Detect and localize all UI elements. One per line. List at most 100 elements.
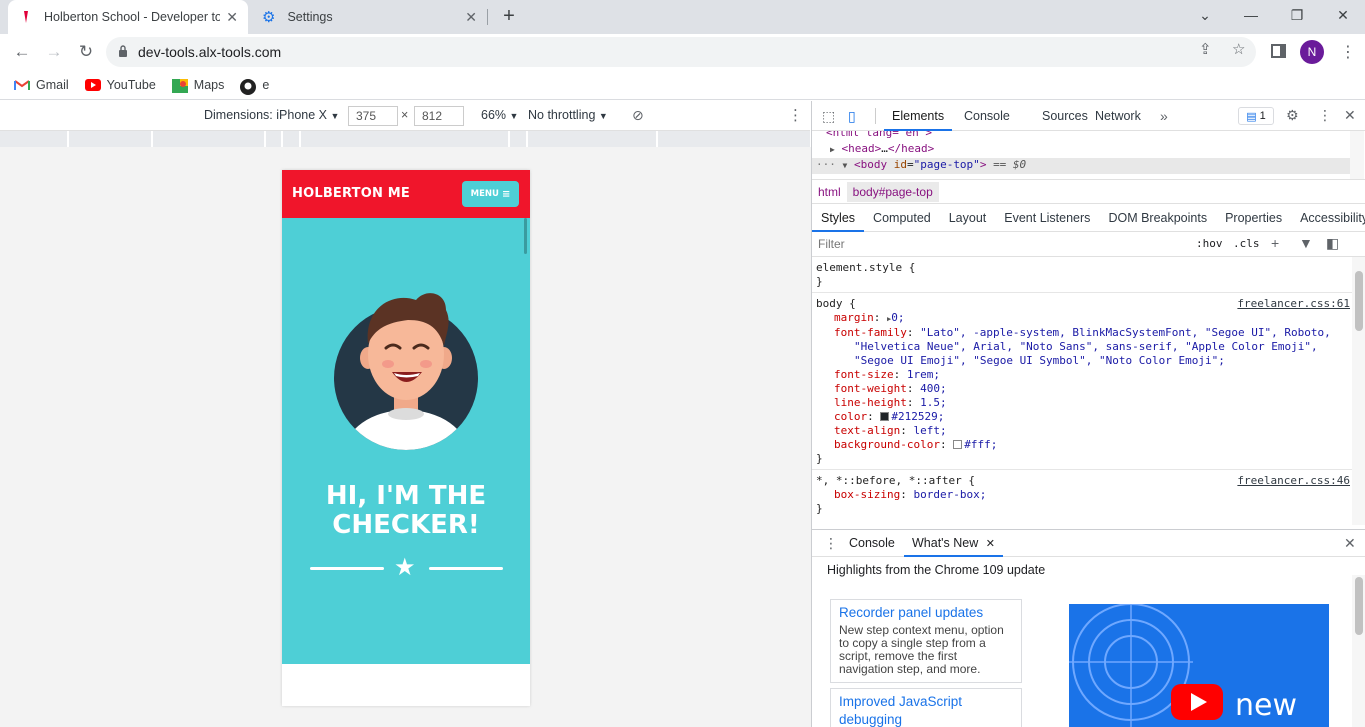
cls-toggle[interactable]: .cls [1233, 237, 1260, 250]
close-window-button[interactable]: ✕ [1320, 0, 1365, 30]
share-icon[interactable]: ⇪ [1199, 40, 1212, 58]
more-options-icon[interactable]: ⋮ [788, 106, 803, 124]
property-value[interactable]: "Segoe UI Emoji", "Segoe UI Symbol", "No… [854, 354, 1225, 367]
property-line[interactable]: color: #212529; [816, 410, 1352, 424]
property-line[interactable]: font-weight: 400; [816, 382, 1352, 396]
property-line[interactable]: "Segoe UI Emoji", "Segoe UI Symbol", "No… [816, 354, 1352, 368]
width-input[interactable]: 375 [348, 106, 398, 126]
crumb-html[interactable]: html [812, 185, 847, 199]
rotate-icon[interactable]: ⊘ [632, 107, 644, 124]
dom-node-head[interactable]: ▶ <head>…</head> [830, 142, 934, 155]
expand-triangle-icon[interactable]: ▶ [830, 145, 835, 154]
menu-button[interactable]: MENU ≡ [462, 181, 519, 207]
device-toggle-icon[interactable]: ▯ [848, 108, 856, 125]
property-line[interactable]: "Helvetica Neue", Arial, "Noto Sans", sa… [816, 340, 1352, 354]
tab-console[interactable]: Console [964, 101, 1010, 131]
throttling-dropdown[interactable]: No throttling ▼ [528, 108, 608, 122]
close-icon[interactable]: ✕ [1344, 107, 1356, 124]
bookmark-youtube[interactable]: YouTube [84, 78, 156, 92]
style-rule-body[interactable]: body {freelancer.css:61 margin: ▶0; font-… [812, 293, 1352, 470]
dom-node-body-selected[interactable]: ··· ▼ <body id="page-top"> == $0 [812, 158, 1350, 174]
property-name[interactable]: box-sizing [834, 488, 900, 501]
card-title[interactable]: Improved JavaScript debugging [839, 693, 979, 727]
ruler-segment[interactable] [266, 131, 283, 147]
close-icon[interactable]: ✕ [465, 9, 477, 26]
close-icon[interactable]: ✕ [1344, 535, 1356, 552]
drawer-tab-console[interactable]: Console [849, 536, 895, 550]
ruler-segment[interactable] [69, 131, 153, 147]
property-name[interactable]: margin [834, 311, 874, 324]
subtab-computed[interactable]: Computed [864, 204, 940, 232]
property-line[interactable]: background-color: #fff; [816, 438, 1352, 452]
tab-holberton[interactable]: Holberton School - Developer to ✕ [8, 0, 248, 34]
filter-input[interactable]: Filter [818, 234, 1186, 254]
style-rule-element[interactable]: element.style { } [812, 257, 1352, 293]
property-value[interactable]: #212529; [891, 410, 944, 423]
close-icon[interactable]: ✕ [986, 538, 995, 550]
height-input[interactable]: 812 [414, 106, 464, 126]
zoom-dropdown[interactable]: 66% ▼ [481, 108, 518, 122]
minimize-button[interactable]: — [1228, 0, 1274, 30]
forward-button[interactable]: → [40, 38, 68, 66]
property-value[interactable]: 400; [920, 382, 947, 395]
hov-toggle[interactable]: :hov [1196, 237, 1223, 250]
restore-button[interactable]: ❐ [1274, 0, 1320, 30]
menu-kebab-icon[interactable]: ⋮ [1340, 42, 1356, 62]
property-value[interactable]: #fff; [964, 438, 997, 451]
brand-link[interactable]: HOLBERTON ME [292, 186, 410, 201]
promo-video-thumbnail[interactable]: new [1069, 604, 1329, 727]
property-line[interactable]: margin: ▶0; [816, 311, 1352, 326]
collapse-triangle-icon[interactable]: ▼ [843, 161, 848, 170]
side-panel-icon[interactable] [1271, 44, 1286, 58]
subtab-event-listeners[interactable]: Event Listeners [995, 204, 1099, 232]
property-name[interactable]: font-size [834, 368, 894, 381]
sidebar-toggle-icon[interactable]: ◧ [1326, 235, 1339, 252]
subtab-styles[interactable]: Styles [812, 204, 865, 232]
property-line[interactable]: font-family: "Lato", -apple-system, Blin… [816, 326, 1352, 340]
back-button[interactable]: ← [8, 38, 36, 66]
property-name[interactable]: font-weight [834, 382, 907, 395]
dom-tree[interactable]: <html lang="en"> ▶ <head>…</head> ··· ▼ … [812, 131, 1365, 179]
close-icon[interactable]: ✕ [226, 9, 238, 26]
property-line[interactable]: text-align: left; [816, 424, 1352, 438]
subtab-layout[interactable]: Layout [940, 204, 996, 232]
drawer-menu-icon[interactable]: ⋮ [824, 535, 838, 552]
ruler-segment[interactable] [528, 131, 658, 147]
property-line[interactable]: line-height: 1.5; [816, 396, 1352, 410]
ruler-segment[interactable] [0, 131, 69, 147]
whats-new-card[interactable]: Recorder panel updates New step context … [830, 599, 1022, 683]
devtools-menu-icon[interactable]: ⋮ [1318, 107, 1332, 124]
tab-network[interactable]: Network [1095, 101, 1141, 131]
subtab-properties[interactable]: Properties [1216, 204, 1291, 232]
card-title[interactable]: Recorder panel updates [839, 604, 1013, 622]
property-name[interactable]: background-color [834, 438, 940, 451]
more-tabs-icon[interactable]: » [1160, 108, 1168, 124]
styles-pane[interactable]: element.style { } body {freelancer.css:6… [812, 257, 1352, 525]
property-value[interactable]: 1rem; [907, 368, 940, 381]
property-name[interactable]: font-family [834, 326, 907, 339]
property-value[interactable]: 1.5; [920, 396, 947, 409]
rule-source-link[interactable]: freelancer.css:61 [1237, 297, 1350, 311]
media-query-ruler[interactable] [0, 131, 810, 147]
rule-source-link[interactable]: freelancer.css:46 [1237, 474, 1350, 488]
ruler-segment[interactable] [301, 131, 510, 147]
dimensions-dropdown[interactable]: Dimensions: iPhone X ▼ [204, 108, 339, 122]
ruler-segment[interactable] [510, 131, 528, 147]
ruler-segment[interactable] [153, 131, 266, 147]
whats-new-card[interactable]: Improved JavaScript debugging [830, 688, 1022, 727]
gear-icon[interactable]: ⚙ [1286, 107, 1299, 124]
tab-search-icon[interactable]: ⌄ [1182, 0, 1228, 30]
dom-node-html[interactable]: <html lang="en"> [826, 131, 932, 139]
property-value[interactable]: 0; [891, 311, 904, 324]
address-bar[interactable]: dev-tools.alx-tools.com [106, 37, 1256, 67]
styles-scroll-thumb[interactable] [1355, 271, 1363, 331]
tab-sources[interactable]: Sources [1042, 101, 1088, 131]
property-value[interactable]: "Lato", -apple-system, BlinkMacSystemFon… [920, 326, 1331, 339]
tab-elements[interactable]: Elements [884, 101, 953, 131]
ruler-segment[interactable] [658, 131, 810, 147]
color-swatch[interactable] [880, 412, 890, 421]
emulated-page[interactable]: HOLBERTON ME MENU ≡ HI, I'M THE CHECKER!… [282, 170, 530, 706]
paint-icon[interactable]: ▼ [1299, 235, 1313, 251]
page-scrollbar[interactable] [524, 218, 527, 254]
property-name[interactable]: line-height [834, 396, 907, 409]
